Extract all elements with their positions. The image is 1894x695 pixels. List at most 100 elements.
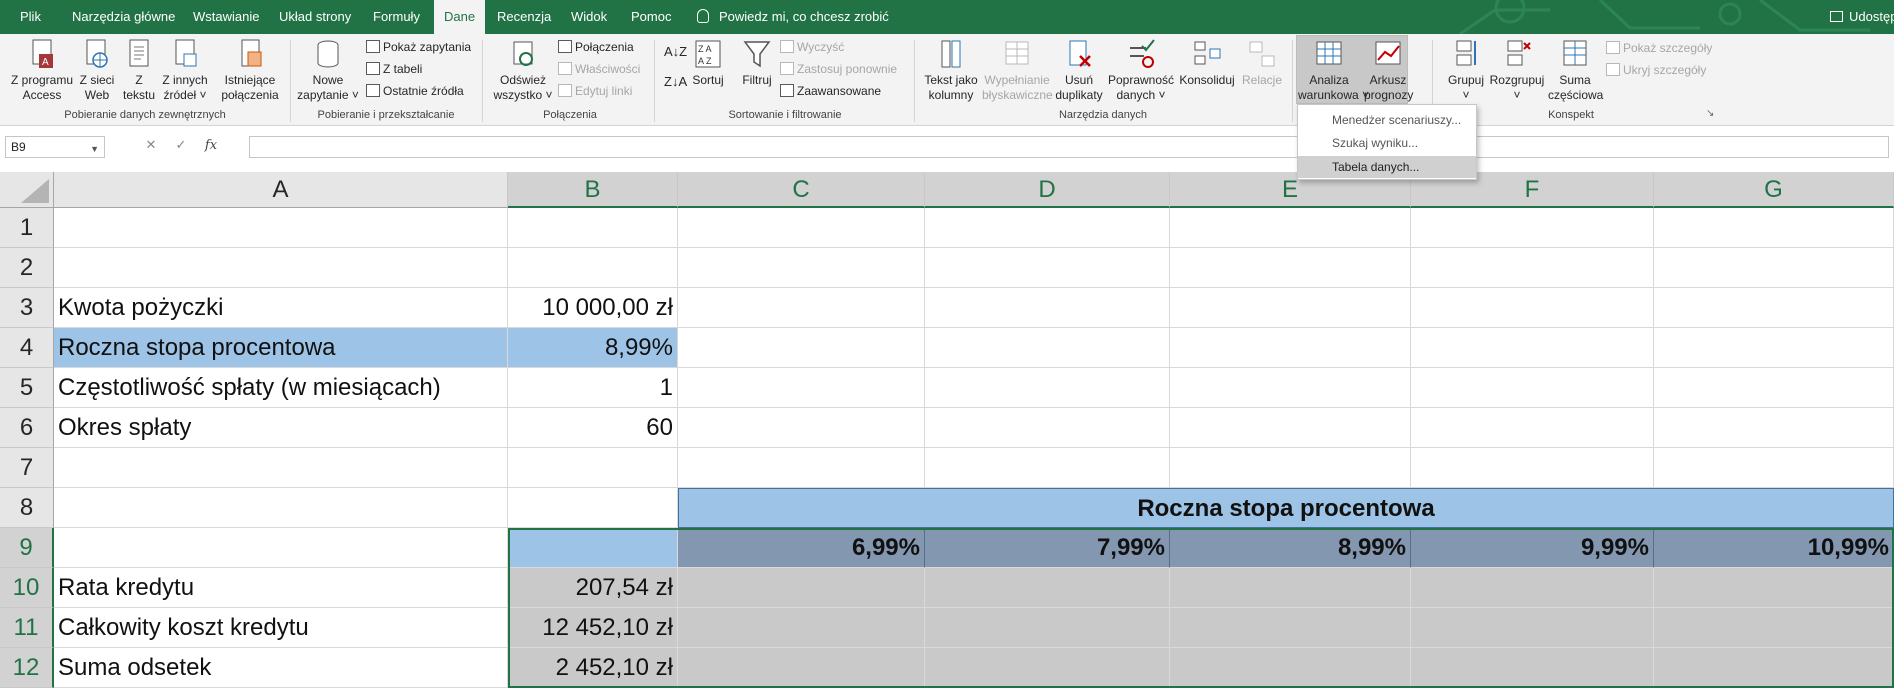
edit-links-button[interactable]: Edytuj linki [558,81,632,101]
cell-c12[interactable] [678,648,925,688]
refresh-all-button[interactable]: Odśwież wszystko ˅ [490,38,556,103]
cell-a12[interactable]: Suma odsetek [54,648,508,688]
remove-duplicates-button[interactable]: Usuń duplikaty [1054,38,1104,103]
what-if-analysis-button[interactable]: Analiza warunkowa ˅ [1298,38,1369,103]
cell-c10[interactable] [678,568,925,608]
from-table-button[interactable]: Z tabeli [366,59,422,79]
cell-g12[interactable] [1654,648,1894,688]
cell-c1[interactable] [678,208,925,248]
cell-b3[interactable]: 10 000,00 zł [508,288,678,328]
cell-d7[interactable] [925,448,1170,488]
clear-filter-button[interactable]: Wyczyść [780,37,844,57]
cancel-icon[interactable]: ✕ [136,137,166,153]
row-header-10[interactable]: 10 [0,568,54,608]
cell-b7[interactable] [508,448,678,488]
cell-g7[interactable] [1654,448,1894,488]
row-header-1[interactable]: 1 [0,208,54,248]
cell-f12[interactable] [1411,648,1654,688]
cell-b1[interactable] [508,208,678,248]
cell-f2[interactable] [1411,248,1654,288]
cell-c5[interactable] [678,368,925,408]
cell-b4[interactable]: 8,99% [508,328,678,368]
row-header-7[interactable]: 7 [0,448,54,488]
row-header-4[interactable]: 4 [0,328,54,368]
show-queries-button[interactable]: Pokaż zapytania [366,37,471,57]
select-all-button[interactable] [0,172,54,208]
cell-a1[interactable] [54,208,508,248]
cell-g3[interactable] [1654,288,1894,328]
cell-a7[interactable] [54,448,508,488]
sort-az-button[interactable]: A↓Z [664,42,687,62]
enter-icon[interactable]: ✓ [166,137,196,153]
tab-formulas[interactable]: Formuły [367,0,426,34]
cell-a6[interactable]: Okres spłaty [54,408,508,448]
tab-home[interactable]: Narzędzia główne [66,0,181,34]
cell-c9[interactable]: 6,99% [678,528,925,568]
column-header-g[interactable]: G [1654,172,1894,208]
properties-button[interactable]: Właściwości [558,59,640,79]
cell-d1[interactable] [925,208,1170,248]
cell-b12[interactable]: 2 452,10 zł [508,648,678,688]
tab-help[interactable]: Pomoc [625,0,677,34]
cell-b8[interactable] [508,488,678,528]
ungroup-button[interactable]: Rozgrupuj ˅ [1488,38,1546,103]
sort-za-button[interactable]: Z↓A [664,72,687,92]
goal-seek-item[interactable]: Szukaj wyniku... [1298,132,1476,154]
cell-f3[interactable] [1411,288,1654,328]
cell-b11[interactable]: 12 452,10 zł [508,608,678,648]
cell-b5[interactable]: 1 [508,368,678,408]
column-header-d[interactable]: D [925,172,1170,208]
tab-page-layout[interactable]: Układ strony [273,0,357,34]
cell-f6[interactable] [1411,408,1654,448]
advanced-filter-button[interactable]: Zaawansowane [780,81,881,101]
row-header-5[interactable]: 5 [0,368,54,408]
cell-c6[interactable] [678,408,925,448]
cell-a8[interactable] [54,488,508,528]
cell-f4[interactable] [1411,328,1654,368]
row-header-12[interactable]: 12 [0,648,54,688]
chevron-down-icon[interactable]: ▼ [90,139,99,159]
recent-sources-button[interactable]: Ostatnie źródła [366,81,464,101]
cell-e6[interactable] [1170,408,1411,448]
share-button[interactable]: Udostępnij [1830,0,1894,34]
from-other-sources-button[interactable]: Z innych źródeł ˅ [161,38,209,103]
cell-d11[interactable] [925,608,1170,648]
tell-me-box[interactable]: Powiedz mi, co chcesz zrobić [697,0,889,34]
cell-f11[interactable] [1411,608,1654,648]
row-header-8[interactable]: 8 [0,488,54,528]
cell-g9[interactable]: 10,99% [1654,528,1894,568]
column-header-b[interactable]: B [508,172,678,208]
consolidate-button[interactable]: Konsoliduj [1178,38,1236,88]
cell-b9[interactable] [508,528,678,568]
relations-button[interactable]: Relacje [1238,38,1286,88]
cell-f7[interactable] [1411,448,1654,488]
existing-connections-button[interactable]: Istniejące połączenia [218,38,282,103]
tab-file[interactable]: Plik [14,0,47,34]
hide-detail-button[interactable]: Ukryj szczegóły [1606,60,1706,80]
flash-fill-button[interactable]: Wypełnianie błyskawiczne [982,38,1053,103]
from-access-button[interactable]: A Z programu Access [8,38,76,103]
cell-c7[interactable] [678,448,925,488]
connections-button[interactable]: Połączenia [558,37,634,57]
cell-a11[interactable]: Całkowity koszt kredytu [54,608,508,648]
cell-g11[interactable] [1654,608,1894,648]
show-detail-button[interactable]: Pokaż szczegóły [1606,38,1712,58]
filter-button[interactable]: Filtruj [738,38,776,88]
cell-a4[interactable]: Roczna stopa procentowa [54,328,508,368]
cell-g6[interactable] [1654,408,1894,448]
cell-g10[interactable] [1654,568,1894,608]
data-table-item[interactable]: Tabela danych... [1298,156,1476,178]
cell-g5[interactable] [1654,368,1894,408]
group-button[interactable]: Grupuj ˅ [1440,38,1492,103]
sort-button[interactable]: Z A A Z Sortuj [688,38,728,88]
cell-d6[interactable] [925,408,1170,448]
cell-f5[interactable] [1411,368,1654,408]
cell-b6[interactable]: 60 [508,408,678,448]
from-text-button[interactable]: Ztekstu [121,38,157,103]
tab-data[interactable]: Dane [434,0,486,35]
cell-c2[interactable] [678,248,925,288]
cell-c3[interactable] [678,288,925,328]
cell-a3[interactable]: Kwota pożyczki [54,288,508,328]
tab-insert[interactable]: Wstawianie [187,0,265,34]
column-header-c[interactable]: C [678,172,925,208]
